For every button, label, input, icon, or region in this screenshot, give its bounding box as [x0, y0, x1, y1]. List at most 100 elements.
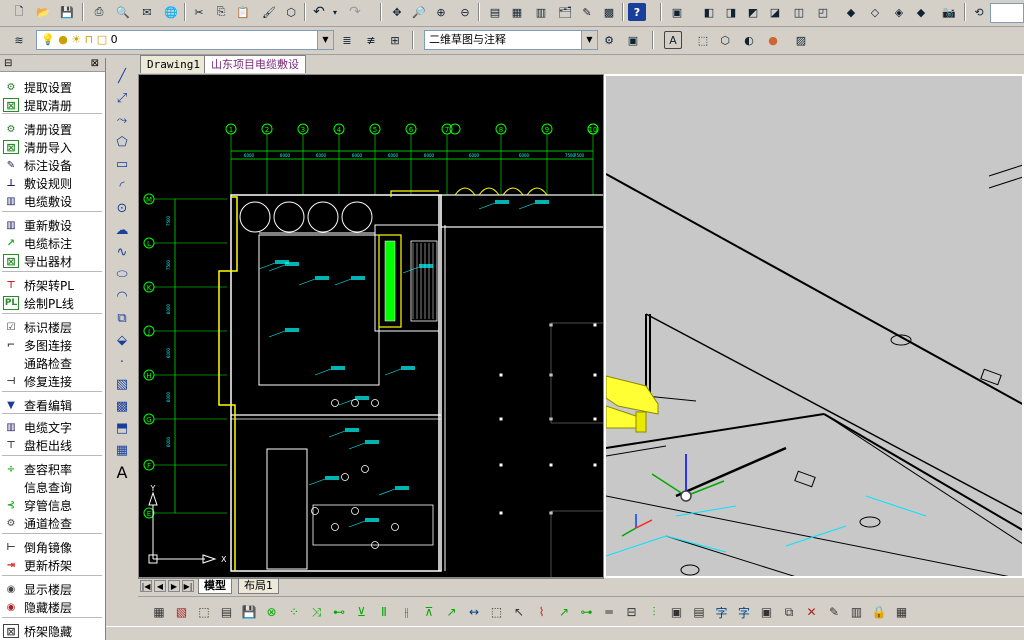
cable-sort-icon[interactable]: ▧ — [173, 603, 191, 621]
marker-icon[interactable]: ⊶ — [578, 603, 596, 621]
undo-icon[interactable]: ↶ — [310, 3, 328, 21]
table-export-icon[interactable]: ▤ — [218, 603, 236, 621]
line-icon[interactable]: ╱ — [112, 66, 132, 86]
tab-model[interactable]: 模型 — [198, 579, 232, 594]
arc-icon[interactable]: ◜ — [112, 176, 132, 196]
polygon-icon[interactable]: ⬠ — [112, 132, 132, 152]
properties-icon[interactable]: ▤ — [486, 3, 504, 21]
palette-item-view-edit[interactable]: ▼ 查看编辑 — [0, 396, 105, 414]
palette-item-show-floor[interactable]: ◉ 显示楼层 — [0, 580, 105, 598]
block-icon[interactable]: ⬡ — [282, 3, 300, 21]
junction-icon[interactable]: Ⅱ — [375, 603, 393, 621]
point-icon[interactable]: · — [112, 352, 132, 372]
note-tool-icon[interactable]: ▥ — [848, 603, 866, 621]
equipment-icon[interactable]: ⊗ — [263, 603, 281, 621]
layer-manager-icon[interactable]: ≋ — [10, 31, 28, 49]
view-sw-iso-icon[interactable]: ◆ — [842, 3, 860, 21]
orbit-icon[interactable]: ⟲ — [970, 3, 988, 21]
stack-icon[interactable]: ⊟ — [623, 603, 641, 621]
first-tab-icon[interactable]: |◀ — [140, 580, 152, 592]
region-icon[interactable]: ⬒ — [112, 418, 132, 438]
palette-item-hide-floor[interactable]: ◉ 隐藏楼层 — [0, 598, 105, 616]
connect-icon[interactable]: ⤨ — [308, 603, 326, 621]
print-icon[interactable]: ⎙ — [90, 3, 108, 21]
make-block-icon[interactable]: ⬙ — [112, 330, 132, 350]
view-front-icon[interactable]: ◫ — [790, 3, 808, 21]
palette-item-mark-floor[interactable]: ☑ 标识楼层 — [0, 318, 105, 336]
workspace-settings-icon[interactable]: ⚙ — [600, 31, 618, 49]
calculator-icon[interactable]: ▩ — [600, 3, 618, 21]
zoom-window-icon[interactable]: ⊕ — [432, 3, 450, 21]
palette-item-draw-pl[interactable]: PL 绘制PL线 — [0, 294, 105, 312]
hidden-icon[interactable]: ⬡ — [716, 31, 734, 49]
close-icon[interactable]: ⊠ — [91, 58, 99, 69]
view-right-icon[interactable]: ◪ — [766, 3, 784, 21]
workspace-combo[interactable]: 二维草图与注释 ▼ — [424, 30, 598, 50]
copy-tool-icon[interactable]: ⧉ — [780, 603, 798, 621]
make-current-layer-icon[interactable]: ≣ — [338, 31, 356, 49]
polyline-icon[interactable]: ⤳ — [112, 110, 132, 130]
cable-db-icon[interactable]: ▦ — [150, 603, 168, 621]
circle-icon[interactable]: ⊙ — [112, 198, 132, 218]
palette-item-mark-device[interactable]: ✎ 标注设备 — [0, 156, 105, 174]
layer-previous-icon[interactable]: ≢ — [362, 31, 380, 49]
route-icon[interactable]: ⬚ — [195, 603, 213, 621]
view-bottom-icon[interactable]: ◨ — [722, 3, 740, 21]
tool-palette-icon[interactable]: ▥ — [532, 3, 550, 21]
insert-block-icon[interactable]: ⧉ — [112, 308, 132, 328]
copy-icon[interactable]: ⎘ — [212, 3, 230, 21]
view-back-icon[interactable]: ◰ — [814, 3, 832, 21]
camera-icon[interactable]: 📷 — [940, 3, 958, 21]
palette-item-cable-laying[interactable]: ▥ 电缆敷设 — [0, 192, 105, 210]
realistic-icon[interactable]: ◐ — [740, 31, 758, 49]
model-viewport-3d[interactable] — [604, 74, 1024, 578]
palette-item-fill-ratio[interactable]: ÷ 查容积率 — [0, 460, 105, 478]
palette-item-tray-to-pl[interactable]: ⊤ 桥架转PL — [0, 276, 105, 294]
workspace-save-icon[interactable]: ▣ — [624, 31, 642, 49]
open-file-icon[interactable]: 📂 — [34, 3, 52, 21]
prev-tab-icon[interactable]: ◀ — [154, 580, 166, 592]
palette-item-relay[interactable]: ▥ 重新敷设 — [0, 216, 105, 234]
gradient-icon[interactable]: ▩ — [112, 396, 132, 416]
span-icon[interactable]: ↔ — [465, 603, 483, 621]
pointer-icon[interactable]: ↖ — [510, 603, 528, 621]
palette-item-repair-connect[interactable]: ⊣ 修复连接 — [0, 372, 105, 390]
report-icon[interactable]: ▣ — [668, 603, 686, 621]
revision-cloud-icon[interactable]: ☁ — [112, 220, 132, 240]
next-tab-icon[interactable]: ▶ — [168, 580, 180, 592]
tab-drawing1[interactable]: Drawing1 — [140, 55, 207, 73]
delete-tool-icon[interactable]: ✕ — [803, 603, 821, 621]
paste-icon[interactable]: 📋 — [234, 3, 252, 21]
view-ne-iso-icon[interactable]: ◈ — [890, 3, 908, 21]
match-prop-icon[interactable]: 🖌 — [260, 3, 278, 21]
palette-item-channel-check[interactable]: ⚙ 通道检查 — [0, 514, 105, 532]
tray-icon[interactable]: ⊼ — [420, 603, 438, 621]
zoom-realtime-icon[interactable]: 🔎 — [410, 3, 428, 21]
view-left-icon[interactable]: ◩ — [744, 3, 762, 21]
sheet-set-icon[interactable]: 🗂 — [556, 3, 574, 21]
lock-icon[interactable]: 🔒 — [870, 603, 888, 621]
palette-item-conduit-info[interactable]: ⊰ 穿管信息 — [0, 496, 105, 514]
view-input-box[interactable] — [990, 3, 1024, 23]
conceptual-icon[interactable]: ● — [764, 31, 782, 49]
view-nw-iso-icon[interactable]: ◆ — [912, 3, 930, 21]
grid-tick-icon[interactable]: ⫶ — [645, 603, 663, 621]
camera-tool-icon[interactable]: ▣ — [758, 603, 776, 621]
design-center-icon[interactable]: ▦ — [508, 3, 526, 21]
select-window-icon[interactable]: ⬚ — [488, 603, 506, 621]
construction-line-icon[interactable]: ⤢ — [112, 88, 132, 108]
tab-shandong-project[interactable]: 山东项目电缆敷设 — [204, 55, 306, 73]
level-icon[interactable]: ═ — [600, 603, 618, 621]
palette-menu-icon[interactable]: ⊟ — [4, 58, 12, 69]
web-icon[interactable]: 🌐 — [162, 3, 180, 21]
chevron-down-icon[interactable]: ▼ — [317, 31, 333, 49]
measure-icon[interactable]: ↗ — [555, 603, 573, 621]
zoom-previous-icon[interactable]: ⊖ — [456, 3, 474, 21]
probe-icon[interactable]: ↗ — [443, 603, 461, 621]
palette-item-laying-rule[interactable]: ⊥ 敷设规则 — [0, 174, 105, 192]
named-views-icon[interactable]: ▣ — [668, 3, 686, 21]
cut-icon[interactable]: ✂ — [190, 3, 208, 21]
3d-wireframe-icon[interactable]: ⬚ — [694, 31, 712, 49]
palette-item-path-check[interactable]: 通路检查 — [0, 354, 105, 372]
char-icon[interactable]: 字 — [713, 603, 731, 621]
